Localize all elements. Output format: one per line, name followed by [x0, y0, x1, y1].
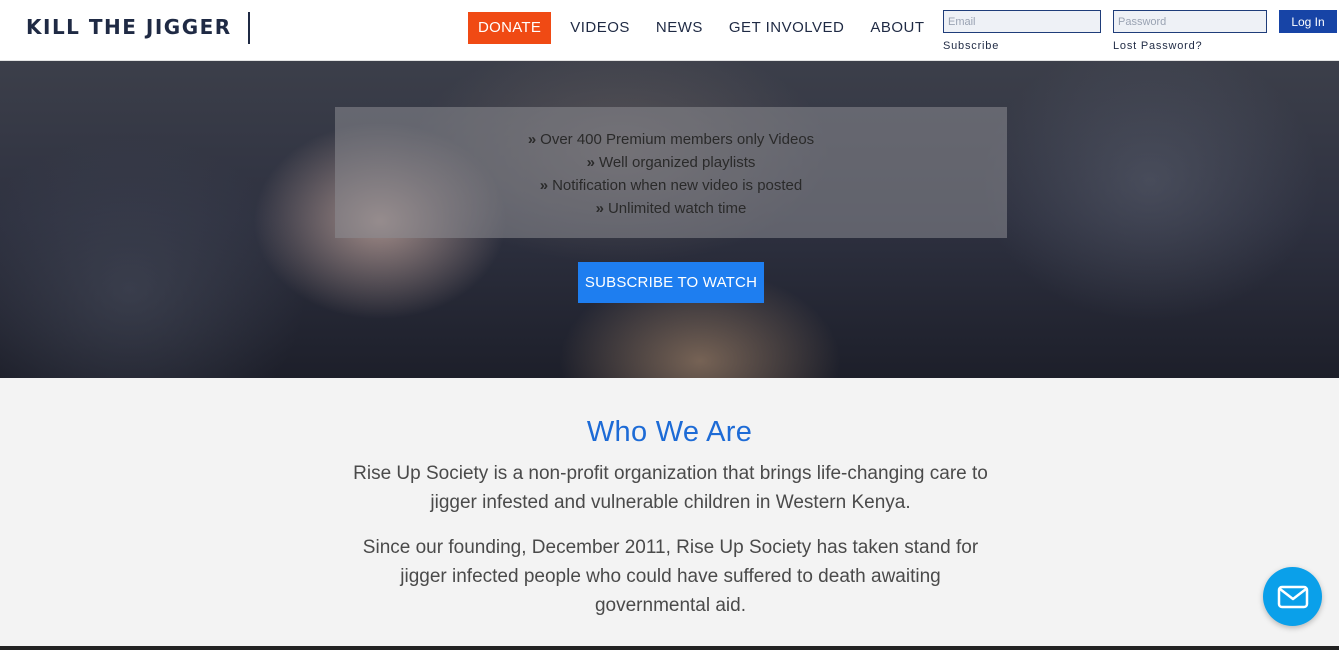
feature-item: » Well organized playlists [335, 151, 1007, 174]
about-paragraph-1: Rise Up Society is a non-profit organiza… [353, 463, 988, 513]
donate-button[interactable]: DONATE [468, 12, 552, 44]
feature-text: Over 400 Premium members only Videos [540, 131, 815, 148]
password-field[interactable] [1113, 10, 1267, 33]
main-nav: DONATE VIDEOS NEWS GET INVOLVED ABOUT [468, 12, 951, 44]
subscribe-to-watch-button[interactable]: SUBSCRIBE TO WATCH [578, 262, 764, 303]
features-box: » Over 400 Premium members only Videos » W… [335, 107, 1007, 238]
email-field[interactable] [943, 10, 1101, 33]
feature-text: Notification when new video is posted [552, 177, 803, 194]
nav-get-involved[interactable]: GET INVOLVED [729, 12, 844, 44]
envelope-icon [1277, 585, 1308, 608]
hero-banner: » Over 400 Premium members only Videos » W… [0, 61, 1339, 378]
site-header: KILL THE JIGGER DONATE VIDEOS NEWS GET I… [0, 0, 1339, 61]
feature-text: Unlimited watch time [607, 200, 747, 217]
double-chevron-right-icon: » [586, 154, 595, 171]
subscribe-link[interactable]: Subscribe [943, 40, 999, 52]
nav-videos[interactable]: VIDEOS [570, 12, 630, 44]
nav-news[interactable]: NEWS [656, 12, 703, 44]
who-we-are-section: Who We Are Rise Up Society is a non-prof… [0, 378, 1339, 650]
nav-about[interactable]: ABOUT [870, 12, 924, 44]
chat-button[interactable] [1263, 567, 1322, 626]
footer-edge [0, 646, 1339, 650]
double-chevron-right-icon: » [539, 177, 549, 194]
feature-item: » Notification when new video is posted [335, 174, 1007, 197]
section-title: Who We Are [586, 416, 753, 448]
feature-item: » Over 400 Premium members only Videos [335, 128, 1007, 151]
double-chevron-right-icon: » [595, 200, 604, 217]
feature-item: » Unlimited watch time [335, 197, 1007, 220]
double-chevron-right-icon: » [527, 131, 537, 148]
about-paragraph-2: Since our founding, December 2011, Rise … [362, 537, 979, 616]
site-logo[interactable]: KILL THE JIGGER [26, 12, 250, 44]
lost-password-link[interactable]: Lost Password? [1113, 40, 1202, 52]
feature-text: Well organized playlists [598, 154, 756, 171]
login-button[interactable]: Log In [1279, 10, 1337, 33]
